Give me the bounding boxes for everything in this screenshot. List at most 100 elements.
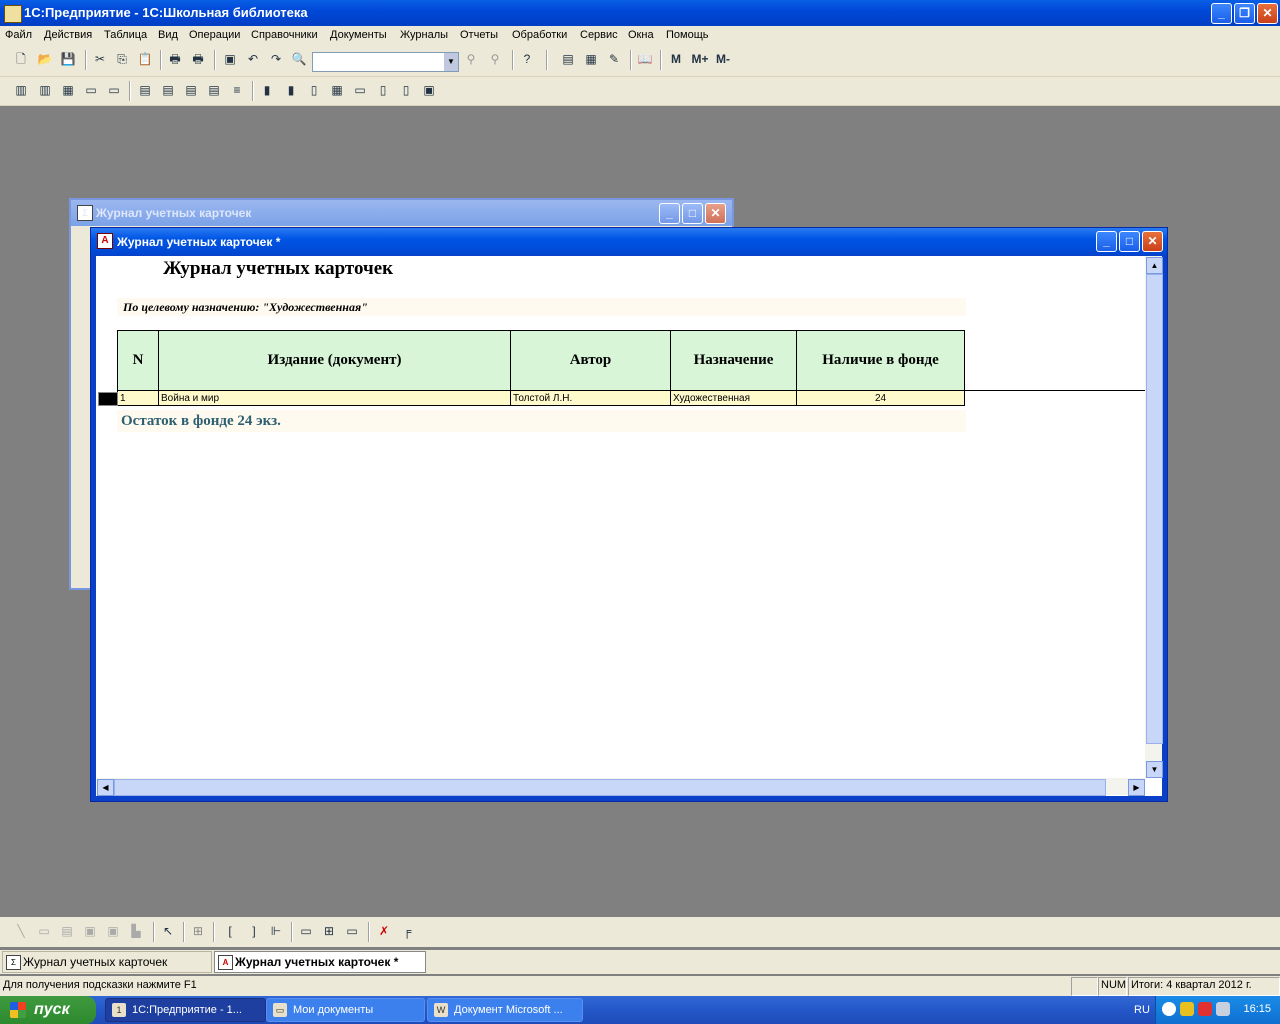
delete-grid-icon[interactable]: ✗ — [376, 923, 392, 939]
find-prev-icon[interactable]: ⚲ — [487, 51, 503, 67]
menu-journals[interactable]: Журналы — [400, 29, 448, 41]
print-preview-icon[interactable]: 🖶 — [190, 51, 206, 67]
image-icon[interactable]: ▣ — [421, 82, 437, 98]
close-button[interactable]: ✕ — [705, 203, 726, 224]
maximize-button[interactable]: □ — [1119, 231, 1140, 252]
vertical-scrollbar[interactable]: ▲ ▼ — [1145, 256, 1163, 778]
properties-icon[interactable]: ▣ — [222, 51, 238, 67]
table-icon[interactable]: ▦ — [60, 82, 76, 98]
book-icon[interactable]: 📖 — [637, 51, 653, 67]
new-icon[interactable]: 🗋 — [13, 51, 29, 67]
close-bracket-icon[interactable]: ] — [246, 923, 262, 939]
scroll-thumb[interactable] — [1146, 274, 1163, 744]
line-icon[interactable]: ╲ — [13, 923, 29, 939]
find-next-icon[interactable]: ⚲ — [463, 51, 479, 67]
start-button[interactable]: пуск — [0, 996, 96, 1024]
ole-icon[interactable]: ▣ — [105, 923, 121, 939]
column-header-n[interactable]: N — [117, 330, 159, 391]
page-icon[interactable]: ▭ — [344, 923, 360, 939]
menu-table[interactable]: Таблица — [104, 29, 147, 41]
window-tab-active[interactable]: A Журнал учетных карточек * — [214, 951, 426, 973]
report-icon[interactable]: ▯ — [306, 82, 322, 98]
window-tab[interactable]: Σ Журнал учетных карточек — [2, 951, 212, 973]
menu-operations[interactable]: Операции — [189, 29, 240, 41]
document-icon[interactable]: ▤ — [206, 82, 222, 98]
back-window-title-bar[interactable]: Σ Журнал учетных карточек _ □ ✕ — [71, 200, 732, 226]
grid-icon[interactable]: ⊞ — [321, 923, 337, 939]
menu-view[interactable]: Вид — [158, 29, 178, 41]
print-icon[interactable]: 🖶 — [167, 51, 183, 67]
close-button[interactable]: ✕ — [1142, 231, 1163, 252]
scroll-left-icon[interactable]: ◀ — [97, 779, 114, 796]
journal-window-front[interactable]: A Журнал учетных карточек * _ □ ✕ Журнал… — [90, 227, 1168, 802]
horizontal-scrollbar[interactable]: ◀ ▶ — [96, 778, 1145, 796]
paste-icon[interactable]: 📋 — [137, 51, 153, 67]
menu-reports[interactable]: Отчеты — [460, 29, 498, 41]
document-icon[interactable]: ▤ — [160, 82, 176, 98]
note-icon[interactable]: ▯ — [375, 82, 391, 98]
open-bracket-icon[interactable]: [ — [222, 923, 238, 939]
undo-icon[interactable]: ↶ — [245, 51, 261, 67]
minimize-button[interactable]: _ — [1096, 231, 1117, 252]
taskbar-item-1c[interactable]: 1 1С:Предприятие - 1... — [105, 998, 266, 1022]
menu-service[interactable]: Сервис — [580, 29, 618, 41]
menu-actions[interactable]: Действия — [44, 29, 92, 41]
copy-icon[interactable]: ⎘ — [114, 51, 130, 67]
tray-arrow-icon[interactable] — [1162, 1002, 1176, 1016]
menu-help[interactable]: Помощь — [666, 29, 709, 41]
taskbar-item-my-documents[interactable]: ▭ Мои документы — [266, 998, 425, 1022]
document-icon[interactable]: ▤ — [183, 82, 199, 98]
form-icon[interactable]: ▭ — [83, 82, 99, 98]
close-button[interactable]: ✕ — [1257, 3, 1278, 24]
scroll-down-icon[interactable]: ▼ — [1146, 761, 1163, 778]
scroll-right-icon[interactable]: ▶ — [1128, 779, 1145, 796]
cell-author[interactable]: Толстой Л.Н. — [510, 390, 671, 406]
column-header-purpose[interactable]: Назначение — [670, 330, 797, 391]
tray-icon[interactable] — [1180, 1002, 1194, 1016]
calculator-icon[interactable]: ▤ — [560, 51, 576, 67]
cell-n[interactable]: 1 — [117, 390, 159, 406]
journal-icon[interactable]: ▮ — [283, 82, 299, 98]
catalog-icon[interactable]: ▥ — [13, 82, 29, 98]
fix-table-icon[interactable]: ╒ — [399, 923, 415, 939]
catalog-icon[interactable]: ▥ — [37, 82, 53, 98]
memory-add-button[interactable]: M+ — [690, 51, 710, 67]
redo-icon[interactable]: ↷ — [268, 51, 284, 67]
table-row[interactable]: 1 Война и мир Толстой Л.Н. Художественна… — [117, 390, 965, 406]
rectangle-icon[interactable]: ▭ — [36, 923, 52, 939]
list-icon[interactable]: ≡ — [229, 82, 245, 98]
ruler-icon[interactable]: ▭ — [298, 923, 314, 939]
restore-button[interactable]: ❐ — [1234, 3, 1255, 24]
open-icon[interactable]: 📂 — [37, 51, 53, 67]
menu-file[interactable]: Файл — [5, 29, 32, 41]
align-icon[interactable]: ⊩ — [268, 923, 284, 939]
column-header-author[interactable]: Автор — [510, 330, 671, 391]
cell-title[interactable]: Война и мир — [158, 390, 511, 406]
calendar-icon[interactable]: ▦ — [583, 51, 599, 67]
maximize-button[interactable]: □ — [682, 203, 703, 224]
search-combo[interactable]: ▼ — [312, 52, 459, 72]
column-header-stock[interactable]: Наличие в фонде — [796, 330, 965, 391]
group-icon[interactable]: ⊞ — [190, 923, 206, 939]
memory-subtract-button[interactable]: M- — [713, 51, 733, 67]
scroll-thumb[interactable] — [114, 779, 1106, 796]
menu-processing[interactable]: Обработки — [512, 29, 567, 41]
chart-icon[interactable]: ✎ — [606, 51, 622, 67]
help-icon[interactable]: ? — [519, 51, 535, 67]
cell-purpose[interactable]: Художественная — [670, 390, 797, 406]
scroll-up-icon[interactable]: ▲ — [1146, 257, 1163, 274]
grid-icon[interactable]: ▦ — [329, 82, 345, 98]
picture-icon[interactable]: ▣ — [82, 923, 98, 939]
cut-icon[interactable]: ✂ — [92, 51, 108, 67]
report-sheet[interactable]: Журнал учетных карточек По целевому назн… — [96, 256, 1163, 796]
language-indicator[interactable]: RU — [1134, 1004, 1150, 1016]
find-icon[interactable]: 🔍 — [291, 51, 307, 67]
taskbar-item-word-document[interactable]: W Документ Microsoft ... — [427, 998, 583, 1022]
monitor-icon[interactable]: ▭ — [352, 82, 368, 98]
menu-references[interactable]: Справочники — [251, 29, 318, 41]
front-window-title-bar[interactable]: A Журнал учетных карточек * _ □ ✕ — [91, 228, 1167, 255]
text-icon[interactable]: ▤ — [59, 923, 75, 939]
note-icon[interactable]: ▯ — [398, 82, 414, 98]
save-icon[interactable]: 💾 — [60, 51, 76, 67]
column-header-edition[interactable]: Издание (документ) — [158, 330, 511, 391]
